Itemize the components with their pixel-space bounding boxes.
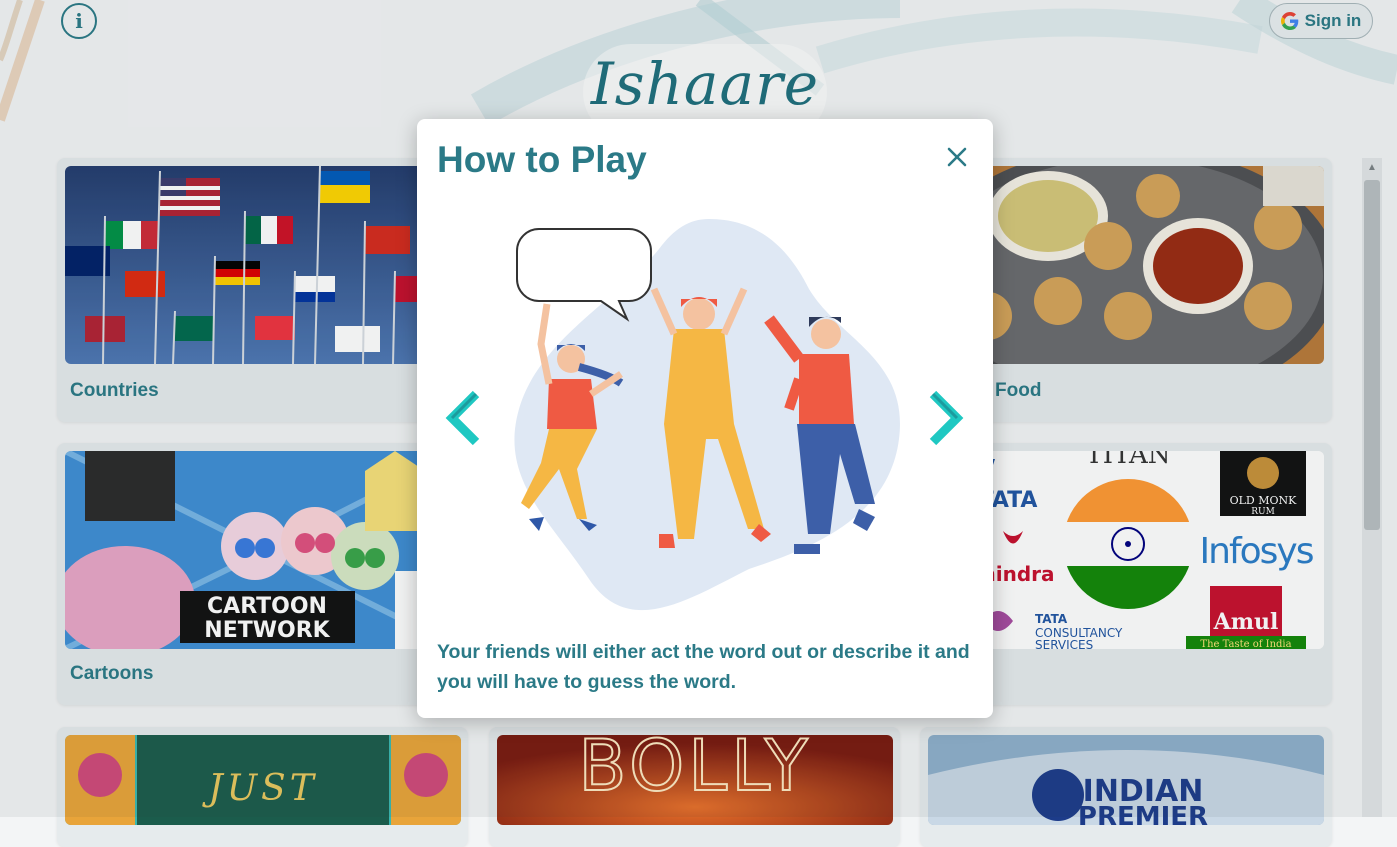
chevron-right-icon[interactable] (925, 390, 965, 446)
close-button[interactable] (941, 141, 973, 173)
how-to-play-modal: How to Play Your friends will either act… (417, 119, 993, 718)
modal-description: Your friends will either act the word ou… (437, 641, 970, 693)
chevron-left-icon[interactable] (444, 390, 484, 446)
modal-title: How to Play (437, 139, 647, 180)
close-icon (947, 147, 967, 167)
friends-dancing-illustration (514, 219, 900, 611)
